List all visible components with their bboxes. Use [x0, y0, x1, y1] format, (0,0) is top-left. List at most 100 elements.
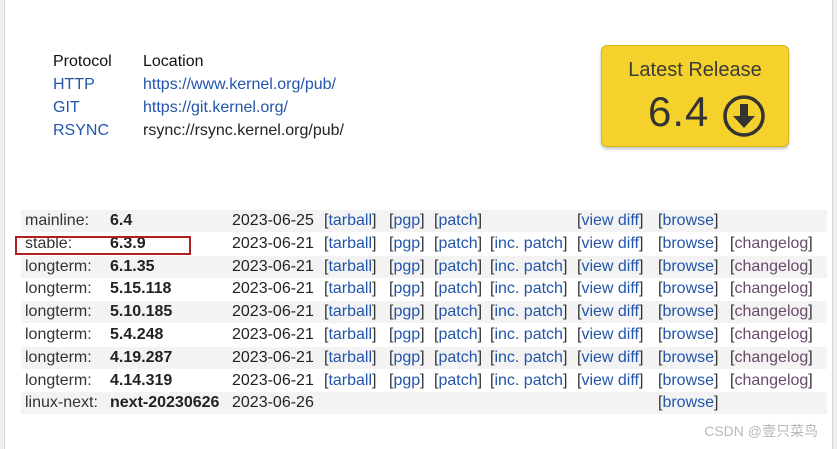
bracket-close: ]: [420, 258, 425, 275]
pgp-link[interactable]: pgp: [393, 349, 420, 366]
browse-link-wrapper: [browse]: [658, 326, 718, 344]
patch-link[interactable]: patch: [438, 258, 477, 275]
browse-link[interactable]: browse: [662, 212, 714, 229]
bracket-close: ]: [714, 372, 719, 389]
inc-patch-link[interactable]: inc. patch: [494, 303, 562, 320]
pgp-link-wrapper: [pgp]: [389, 372, 425, 390]
download-arrow-icon: [723, 95, 765, 137]
inc-patch-link[interactable]: inc. patch: [494, 280, 562, 297]
bracket-close: ]: [420, 326, 425, 343]
release-row: longterm: 5.15.118 2023-06-21 [tarball] [pgp…: [21, 278, 827, 300]
patch-link[interactable]: patch: [438, 303, 477, 320]
view-diff-link-wrapper: [view diff]: [577, 212, 643, 230]
changelog-link[interactable]: changelog: [734, 326, 808, 343]
bracket-close: ]: [714, 349, 719, 366]
location-link-git[interactable]: https://git.kernel.org/: [143, 99, 288, 117]
browse-link[interactable]: browse: [662, 280, 714, 297]
browse-link[interactable]: browse: [662, 235, 714, 252]
view-diff-link[interactable]: view diff: [581, 280, 639, 297]
location-link-http[interactable]: https://www.kernel.org/pub/: [143, 76, 336, 94]
bracket-close: ]: [477, 258, 483, 275]
inc-patch-link-wrapper: [inc. patch]: [490, 372, 567, 390]
bracket-close: ]: [714, 258, 719, 275]
view-diff-link[interactable]: view diff: [581, 326, 639, 343]
pgp-link[interactable]: pgp: [393, 326, 420, 343]
view-diff-link[interactable]: view diff: [581, 235, 639, 252]
bracket-close: ]: [638, 326, 644, 343]
tarball-link[interactable]: tarball: [328, 212, 372, 229]
bracket-close: ]: [714, 326, 719, 343]
inc-patch-link-wrapper: [inc. patch]: [490, 258, 567, 276]
changelog-link[interactable]: changelog: [734, 372, 808, 389]
view-diff-link[interactable]: view diff: [581, 349, 639, 366]
inc-patch-link[interactable]: inc. patch: [494, 258, 562, 275]
tarball-link[interactable]: tarball: [328, 280, 372, 297]
browse-link[interactable]: browse: [662, 303, 714, 320]
tarball-link[interactable]: tarball: [328, 235, 372, 252]
browse-link[interactable]: browse: [662, 349, 714, 366]
patch-link[interactable]: patch: [438, 349, 477, 366]
view-diff-link[interactable]: view diff: [581, 212, 639, 229]
tarball-link-wrapper: [tarball]: [324, 372, 376, 390]
patch-link-wrapper: [patch]: [434, 235, 482, 253]
inc-patch-link[interactable]: inc. patch: [494, 326, 562, 343]
changelog-link[interactable]: changelog: [734, 349, 808, 366]
browse-link[interactable]: browse: [662, 394, 714, 411]
bracket-close: ]: [477, 212, 483, 229]
pgp-link[interactable]: pgp: [393, 280, 420, 297]
patch-link-wrapper: [patch]: [434, 258, 482, 276]
patch-link[interactable]: patch: [438, 280, 477, 297]
patch-link[interactable]: patch: [438, 326, 477, 343]
view-diff-link-wrapper: [view diff]: [577, 349, 643, 367]
pgp-link[interactable]: pgp: [393, 258, 420, 275]
browse-link[interactable]: browse: [662, 372, 714, 389]
changelog-link[interactable]: changelog: [734, 235, 808, 252]
patch-link[interactable]: patch: [438, 372, 477, 389]
tarball-link[interactable]: tarball: [328, 258, 372, 275]
tarball-link[interactable]: tarball: [328, 326, 372, 343]
pgp-link[interactable]: pgp: [393, 372, 420, 389]
protocol-link-git[interactable]: GIT: [53, 99, 143, 117]
bracket-close: ]: [562, 235, 568, 252]
latest-release-button[interactable]: Latest Release 6.4: [601, 45, 789, 147]
release-row: mainline: 6.4 2023-06-25 [tarball] [pgp] [pat…: [21, 210, 827, 232]
inc-patch-link[interactable]: inc. patch: [494, 349, 562, 366]
patch-link[interactable]: patch: [438, 212, 477, 229]
pgp-link[interactable]: pgp: [393, 212, 420, 229]
pgp-link[interactable]: pgp: [393, 235, 420, 252]
changelog-link[interactable]: changelog: [734, 280, 808, 297]
release-date: 2023-06-21: [232, 280, 314, 297]
protocol-link-http[interactable]: HTTP: [53, 76, 143, 94]
protocol-header: Protocol: [53, 52, 112, 70]
inc-patch-link[interactable]: inc. patch: [494, 372, 562, 389]
pgp-link[interactable]: pgp: [393, 303, 420, 320]
browse-link-wrapper: [browse]: [658, 372, 718, 390]
patch-link[interactable]: patch: [438, 235, 477, 252]
protocol-link-rsync[interactable]: RSYNC: [53, 122, 143, 140]
view-diff-link[interactable]: view diff: [581, 303, 639, 320]
bracket-close: ]: [714, 394, 719, 411]
release-kind: longterm:: [25, 303, 92, 320]
browse-link[interactable]: browse: [662, 258, 714, 275]
watermark: CSDN @壹只菜鸟: [704, 423, 818, 439]
tarball-link-wrapper: [tarball]: [324, 212, 376, 230]
view-diff-link[interactable]: view diff: [581, 372, 639, 389]
tarball-link[interactable]: tarball: [328, 372, 372, 389]
bracket-close: ]: [420, 349, 425, 366]
bracket-close: ]: [420, 235, 425, 252]
browse-link-wrapper: [browse]: [658, 258, 718, 276]
changelog-link[interactable]: changelog: [734, 258, 808, 275]
inc-patch-link[interactable]: inc. patch: [494, 235, 562, 252]
pgp-link-wrapper: [pgp]: [389, 326, 425, 344]
latest-release-version: 6.4: [648, 88, 710, 135]
bracket-close: ]: [562, 326, 568, 343]
browse-link[interactable]: browse: [662, 326, 714, 343]
tarball-link[interactable]: tarball: [328, 349, 372, 366]
release-row: longterm: 6.1.35 2023-06-21 [tarball] [pgp] […: [21, 256, 827, 278]
changelog-link[interactable]: changelog: [734, 303, 808, 320]
inc-patch-link-wrapper: [inc. patch]: [490, 280, 567, 298]
tarball-link[interactable]: tarball: [328, 303, 372, 320]
view-diff-link-wrapper: [view diff]: [577, 326, 643, 344]
release-row: longterm: 5.4.248 2023-06-21 [tarball] [pgp]…: [21, 324, 827, 346]
view-diff-link[interactable]: view diff: [581, 258, 639, 275]
